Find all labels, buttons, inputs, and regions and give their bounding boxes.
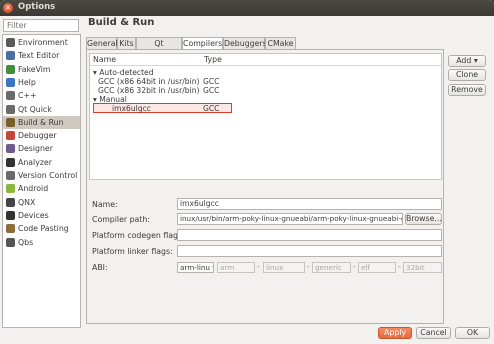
sidebar-item-label: Qt Quick — [18, 104, 52, 114]
options-window: ✕ Options Environment Text Editor FakeVim H… — [0, 0, 494, 344]
text-editor-icon — [6, 51, 15, 61]
sidebar-item-label: Version Control — [18, 171, 78, 180]
abi-architecture-select[interactable]: arm — [217, 262, 255, 273]
sidebar-item-android[interactable]: Android — [3, 182, 80, 195]
sidebar-item-label: Help — [18, 77, 36, 87]
linker-flags-label: Platform linker flags: — [92, 247, 173, 256]
tab-kits[interactable]: Kits — [117, 37, 136, 49]
devices-icon — [6, 210, 15, 220]
tab-qt-versions[interactable]: Qt Versions — [136, 37, 182, 59]
sidebar-item-devices[interactable]: Devices — [3, 209, 80, 222]
category-sidebar: Environment Text Editor FakeVim Help C++ Qt Q… — [2, 34, 81, 328]
sidebar-item-label: Build & Run — [18, 117, 64, 127]
abi-wordwidth-select[interactable]: 32bit — [403, 262, 442, 273]
abi-separator: - — [353, 262, 356, 271]
debugger-icon — [6, 131, 15, 141]
compiler-path-label: Compiler path: — [92, 215, 150, 224]
analyzer-icon — [6, 157, 15, 167]
codegen-flags-field[interactable] — [177, 229, 442, 241]
window-title: Options — [18, 2, 56, 12]
close-button[interactable]: ✕ — [3, 3, 13, 13]
android-icon — [6, 184, 15, 194]
sidebar-item-label: Code Pasting — [18, 224, 69, 234]
sidebar-item-qnx[interactable]: QNX — [3, 196, 80, 209]
sidebar-item-label: Devices — [18, 210, 49, 220]
abi-flavor-select[interactable]: generic — [312, 262, 351, 273]
sidebar-item-label: Text Editor — [18, 51, 60, 61]
column-type-header[interactable]: Type — [204, 55, 222, 64]
abi-separator: - — [257, 262, 260, 271]
abi-label: ABI: — [92, 263, 108, 272]
linker-flags-field[interactable] — [177, 245, 442, 257]
dropdown-arrow-icon: ▾ — [473, 56, 478, 65]
sidebar-item-c[interactable]: C++ — [3, 89, 80, 102]
sidebar-item-designer[interactable]: Designer — [3, 142, 80, 155]
designer-icon — [6, 144, 15, 154]
abi-format-select[interactable]: elf — [358, 262, 396, 273]
sidebar-item-debugger[interactable]: Debugger — [3, 129, 80, 142]
tree-header: Name Type — [90, 54, 441, 66]
code-pasting-icon — [6, 224, 15, 234]
codegen-flags-label: Platform codegen flags: — [92, 231, 185, 240]
abi-select-custom[interactable]: arm-linu ▾ — [177, 262, 214, 273]
sidebar-item-label: FakeVim — [18, 64, 51, 74]
browse-button[interactable]: Browse... — [405, 213, 442, 225]
remove-button[interactable]: Remove — [448, 84, 486, 96]
sidebar-item-help[interactable]: Help — [3, 76, 80, 89]
clone-button[interactable]: Clone — [448, 69, 486, 81]
sidebar-item-build-run[interactable]: Build & Run — [3, 115, 80, 129]
filter-input[interactable] — [3, 19, 79, 32]
apply-button[interactable]: Apply — [378, 327, 412, 339]
build-run-icon — [6, 117, 15, 127]
sidebar-item-label: Android — [18, 184, 49, 194]
tab-debuggers[interactable]: Debuggers — [223, 37, 267, 49]
sidebar-item-qt-quick[interactable]: Qt Quick — [3, 103, 80, 116]
sidebar-item-text-editor[interactable]: Text Editor — [3, 49, 80, 62]
qnx-icon — [6, 197, 15, 207]
cpp-icon — [6, 91, 15, 101]
sidebar-item-code-pasting[interactable]: Code Pasting — [3, 222, 80, 235]
sidebar-item-qbs[interactable]: Qbs — [3, 236, 80, 249]
sidebar-item-label: Debugger — [18, 131, 57, 141]
add-button[interactable]: Add ▾ — [448, 55, 486, 67]
qt-quick-icon — [6, 104, 15, 114]
sidebar-item-version-control[interactable]: Version Control — [3, 169, 80, 182]
sidebar-item-label: Qbs — [18, 237, 34, 247]
help-icon — [6, 77, 15, 87]
sidebar-item-environment[interactable]: Environment — [3, 36, 80, 49]
abi-separator: - — [307, 262, 310, 271]
sidebar-item-label: Designer — [18, 144, 53, 154]
sidebar-item-fakevim[interactable]: FakeVim — [3, 63, 80, 76]
ok-button[interactable]: OK — [455, 327, 490, 339]
title-bar: ✕ Options — [0, 0, 494, 16]
sidebar-item-label: C++ — [18, 91, 37, 101]
fakevim-icon — [6, 64, 15, 74]
page-title: Build & Run — [88, 17, 155, 28]
name-label: Name: — [92, 200, 118, 209]
tree-row-selected[interactable]: imx6ulgcc — [112, 104, 151, 114]
name-field[interactable]: imx6ulgcc — [177, 198, 442, 210]
column-name-header[interactable]: Name — [93, 55, 116, 64]
tab-general[interactable]: General — [86, 37, 118, 49]
qbs-icon — [6, 237, 15, 247]
compiler-path-field[interactable]: inux/usr/bin/arm-poky-linux-gnueabi/arm-… — [177, 213, 403, 225]
compiler-tree[interactable]: Name Type ▾ Auto-detected GCC (x86 64bit… — [89, 53, 442, 180]
sidebar-item-label: QNX — [18, 197, 36, 207]
tree-row-type: GCC — [203, 86, 220, 95]
sidebar-item-analyzer[interactable]: Analyzer — [3, 156, 80, 169]
sidebar-item-label: Environment — [18, 38, 68, 47]
cancel-button[interactable]: Cancel — [416, 327, 451, 339]
abi-separator: - — [398, 262, 401, 271]
environment-icon — [6, 38, 15, 47]
tree-row-type: GCC — [203, 104, 220, 113]
tab-cmake[interactable]: CMake — [265, 37, 296, 49]
sidebar-item-label: Analyzer — [18, 157, 52, 167]
abi-os-select[interactable]: linux — [263, 262, 305, 273]
version-control-icon — [6, 171, 15, 180]
